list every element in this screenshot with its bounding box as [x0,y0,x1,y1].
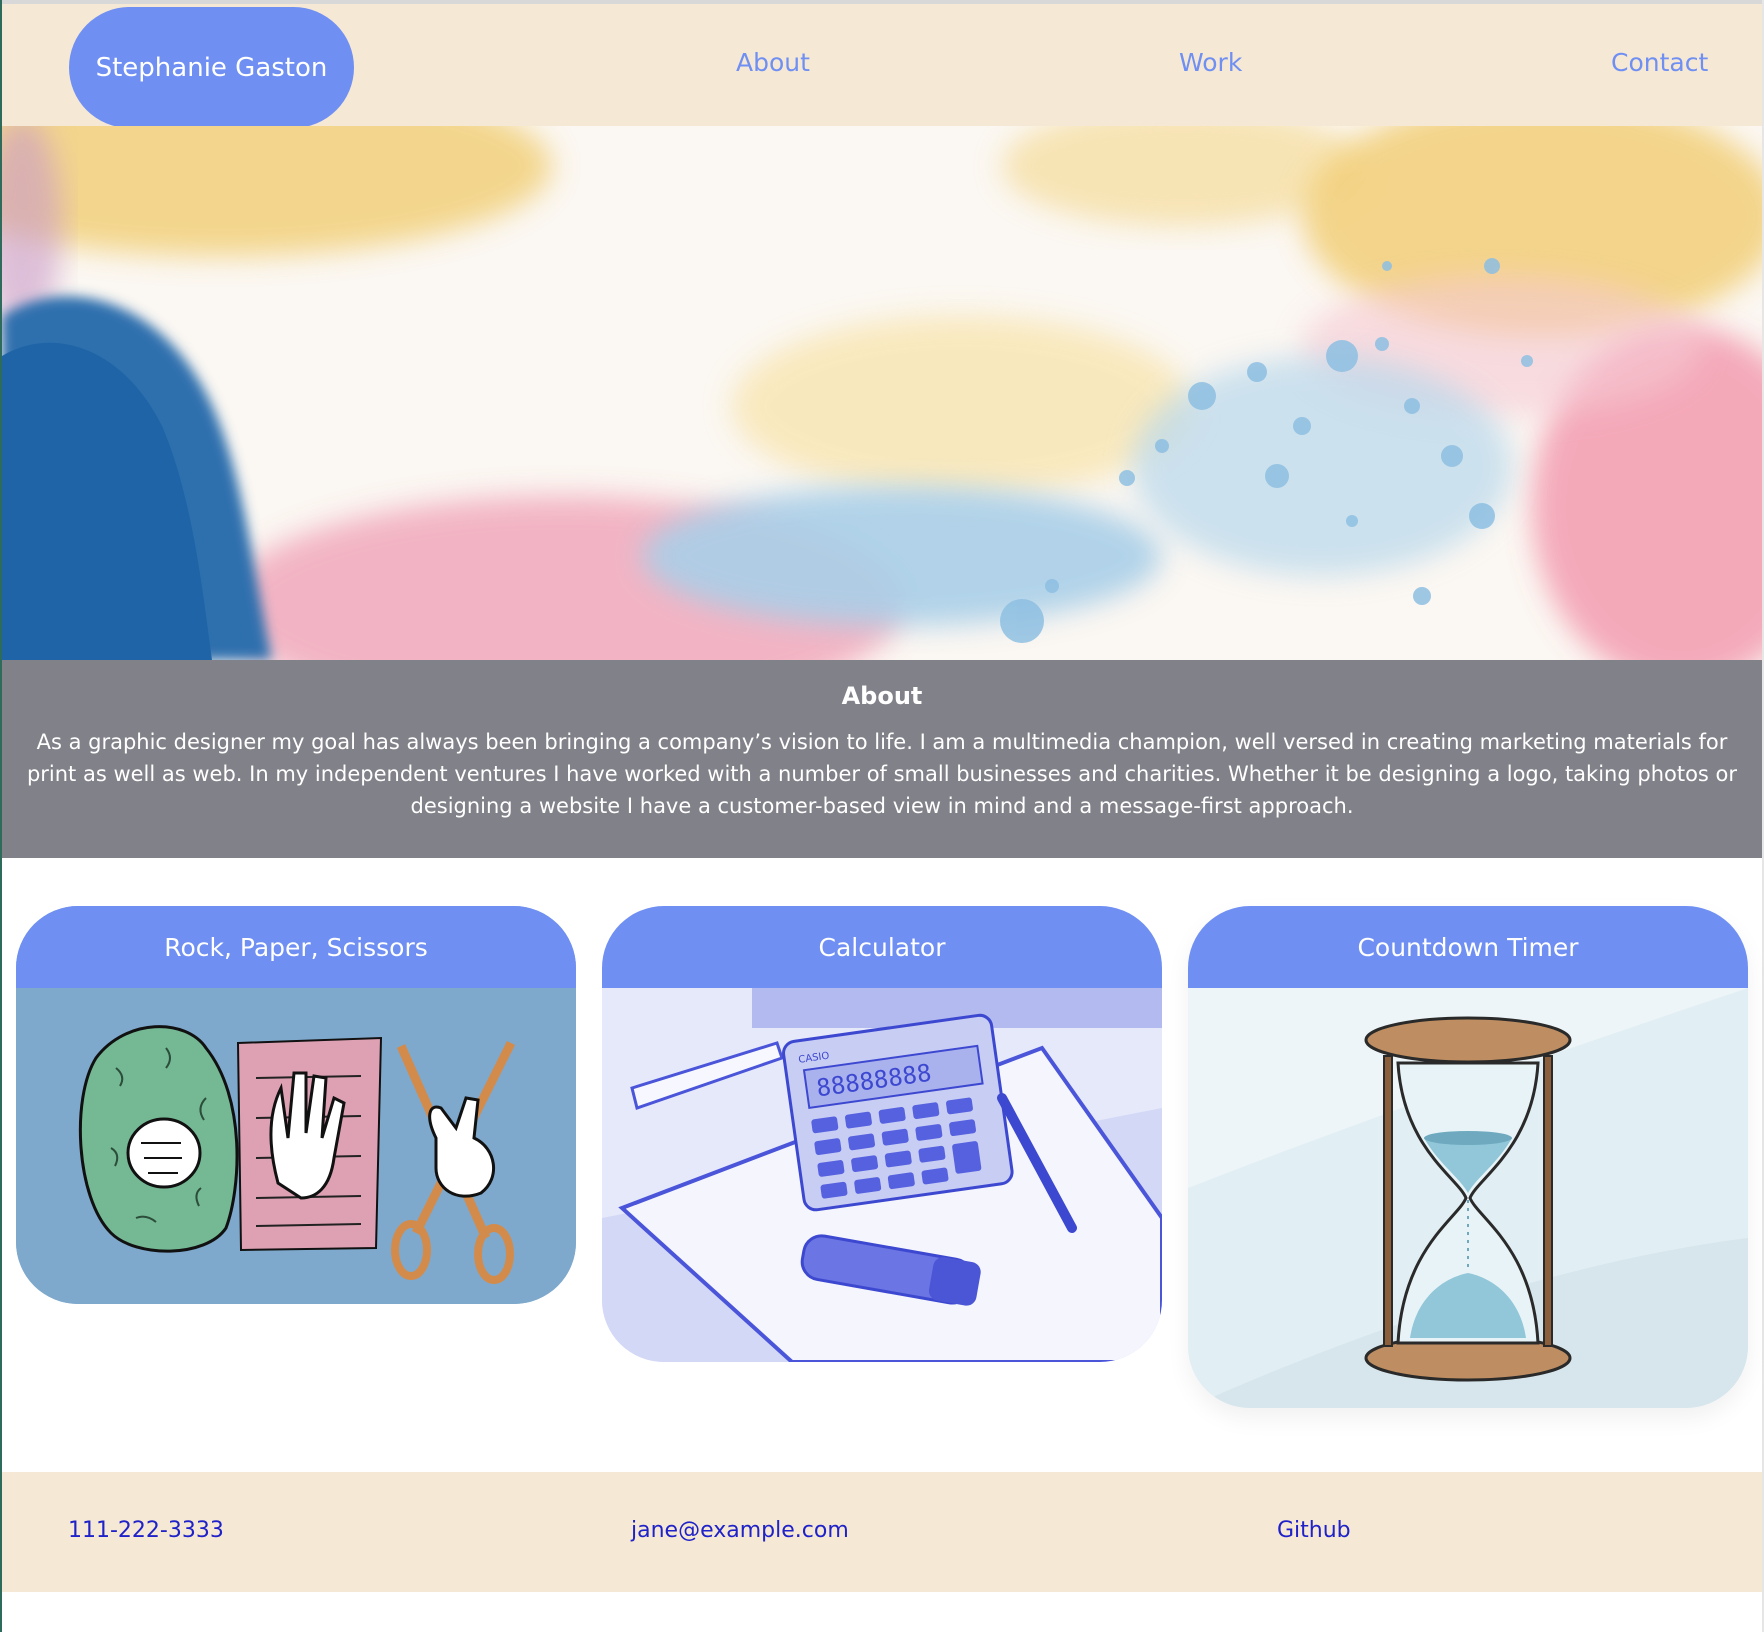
footer-email-link[interactable]: jane@example.com [631,1518,849,1543]
nav-link-contact[interactable]: Contact [1611,48,1708,77]
hourglass-icon [1188,988,1748,1408]
brand-logo-button[interactable]: Stephanie Gaston [69,7,354,128]
site-header: Stephanie Gaston About Work Contact [2,4,1762,128]
project-title: Countdown Timer [1188,906,1748,988]
project-title: Calculator [602,906,1162,988]
project-card-rock-paper-scissors[interactable]: Rock, Paper, Scissors [16,906,576,1304]
about-description: As a graphic designer my goal has always… [26,730,1738,818]
project-card-countdown-timer[interactable]: Countdown Timer [1188,906,1748,1408]
site-footer: 111-222-3333 jane@example.com Github [2,1472,1762,1592]
nav-link-work[interactable]: Work [1179,48,1242,77]
hero-banner [2,126,1762,660]
about-heading: About [841,682,923,710]
footer-phone-link[interactable]: 111-222-3333 [68,1518,224,1543]
about-section: About As a graphic designer my goal has … [2,660,1762,858]
rock-paper-scissors-hands-icon [16,988,576,1304]
project-title: Rock, Paper, Scissors [16,906,576,988]
nav-link-about[interactable]: About [736,48,810,77]
watercolor-background-image [2,126,1762,660]
calculator-icon: CASIO 88888888 [602,988,1162,1362]
footer-github-link[interactable]: Github [1277,1518,1351,1543]
project-card-calculator[interactable]: Calculator CASIO 88888888 [602,906,1162,1362]
